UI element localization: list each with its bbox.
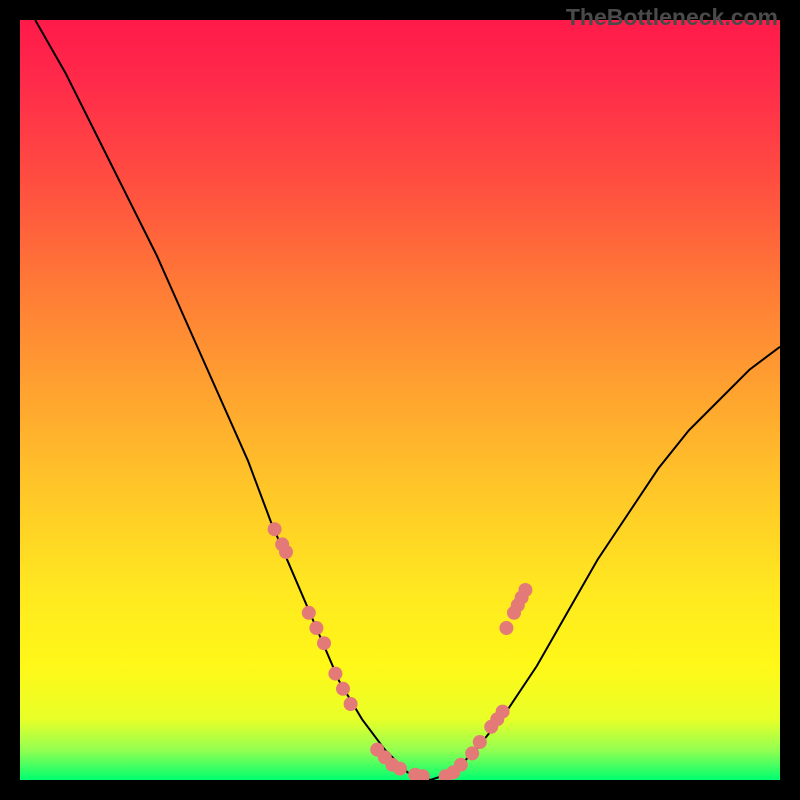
plot-area — [20, 20, 780, 780]
data-point — [279, 545, 293, 559]
data-point — [465, 746, 479, 760]
data-point — [336, 682, 350, 696]
data-point — [328, 667, 342, 681]
data-point — [309, 621, 323, 635]
data-point — [496, 705, 510, 719]
chart-svg — [20, 20, 780, 780]
data-point — [499, 621, 513, 635]
data-point — [268, 522, 282, 536]
data-point — [344, 697, 358, 711]
data-point — [454, 758, 468, 772]
data-point — [317, 636, 331, 650]
watermark-text: TheBottleneck.com — [566, 4, 778, 31]
curve-line — [35, 20, 780, 780]
data-point — [518, 583, 532, 597]
data-point — [393, 762, 407, 776]
data-point — [473, 735, 487, 749]
data-point — [302, 606, 316, 620]
data-markers — [268, 522, 533, 780]
chart-container: TheBottleneck.com — [0, 0, 800, 800]
